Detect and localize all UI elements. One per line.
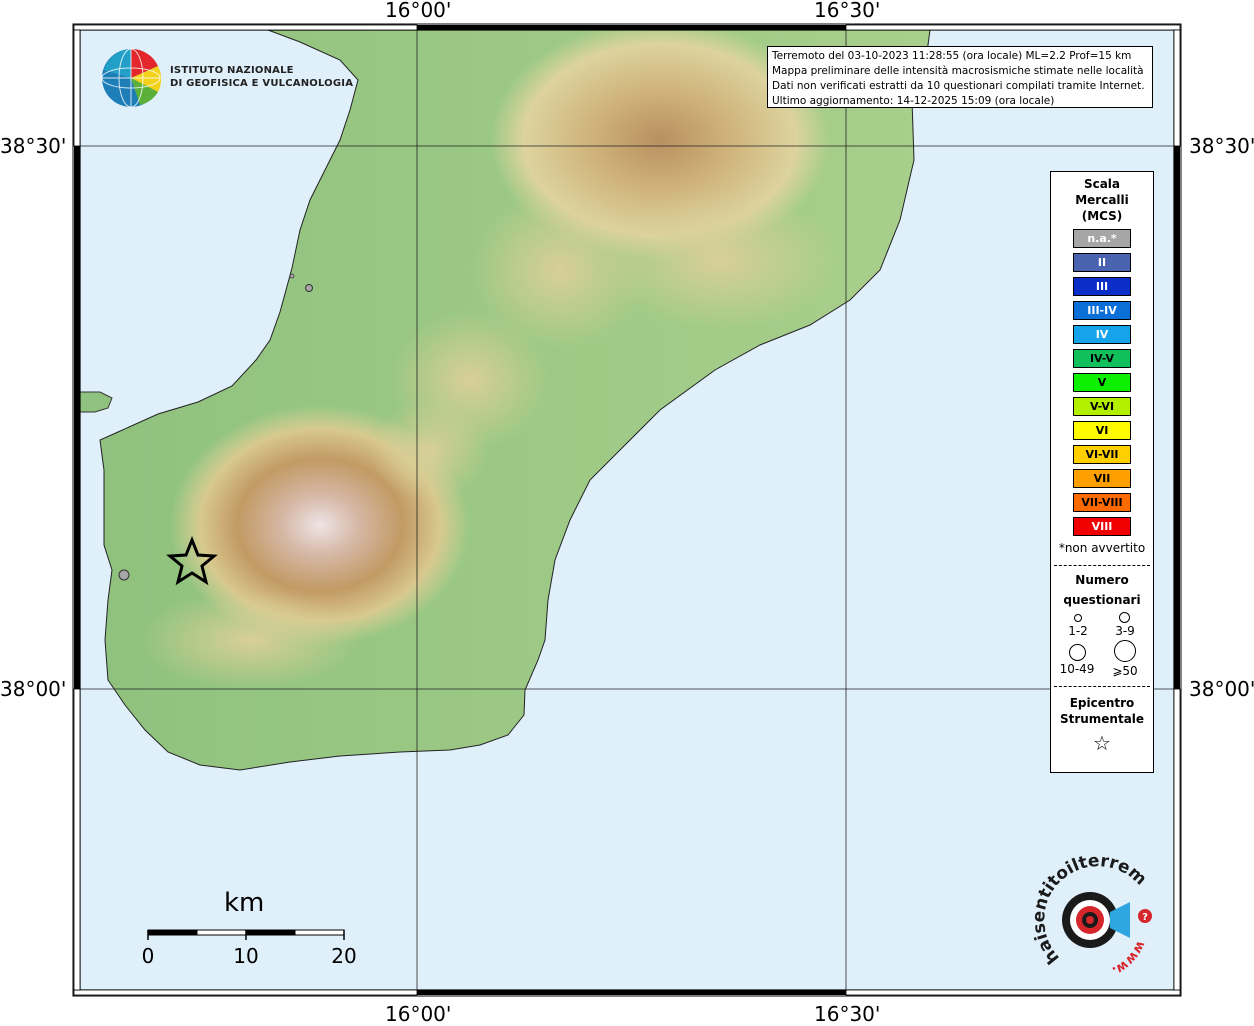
lon-label-bottom-1: 16°00' <box>385 1002 452 1026</box>
count-title-line-2: questionari <box>1063 593 1141 607</box>
mcs-scale-item: VIII <box>1073 517 1131 536</box>
count-label-10-49: 10-49 <box>1059 662 1095 676</box>
info-line-4: Ultimo aggiornamento: 14-12-2025 15:09 (… <box>772 95 1055 107</box>
earthquake-info-box: Terremoto del 03-10-2023 11:28:55 (ora l… <box>767 46 1153 108</box>
count-label-1-2: 1-2 <box>1068 624 1088 638</box>
mcs-scale-item: VI <box>1073 421 1131 440</box>
mcs-legend: Scala Mercalli (MCS) n.a.* II III III-IV IV I… <box>1050 171 1154 773</box>
ridge-relief-3 <box>370 400 490 500</box>
lat-label-left-2: 38°00' <box>0 677 67 701</box>
mcs-scale-item: n.a.* <box>1073 229 1131 248</box>
mcs-scale-item: III-IV <box>1073 301 1131 320</box>
lat-label-right-1: 38°30' <box>1189 134 1254 158</box>
epicenter-title-line-2: Strumentale <box>1059 712 1145 726</box>
lon-label-top-2: 16°30' <box>814 0 881 22</box>
ridge-relief-5 <box>140 590 360 690</box>
questionnaire-point[interactable] <box>289 273 295 279</box>
mcs-scale-item: VI-VII <box>1073 445 1131 464</box>
mcs-scale-item: VII <box>1073 469 1131 488</box>
info-line-2: Mappa preliminare delle intensità macros… <box>772 65 1144 77</box>
mcs-scale-item: III <box>1073 277 1131 296</box>
epicenter-title: Epicentro Strumentale <box>1051 695 1153 727</box>
questionnaire-point[interactable] <box>118 569 130 581</box>
legend-title-line-1: Scala <box>1083 177 1121 191</box>
questionnaire-point[interactable] <box>305 284 313 292</box>
count-title-line-1: Numero <box>1075 573 1129 587</box>
mcs-scale-item: IV-V <box>1073 349 1131 368</box>
mcs-scale-item: VII-VIII <box>1073 493 1131 512</box>
scalebar-tick-20: 20 <box>331 944 357 968</box>
circle-1-2-icon <box>1074 614 1082 622</box>
mcs-scale-item: V <box>1073 373 1131 392</box>
circle-10-49-icon <box>1069 644 1086 661</box>
legend-title: Scala Mercalli (MCS) <box>1051 176 1153 224</box>
count-label-50: ⩾50 <box>1112 664 1138 678</box>
legend-divider <box>1054 686 1150 687</box>
ingv-logo-text: ISTITUTO NAZIONALE DI GEOFISICA E VULCAN… <box>170 64 353 90</box>
mcs-scale-item: V-VI <box>1073 397 1131 416</box>
mcs-scale-item: II <box>1073 253 1131 272</box>
lat-label-right-2: 38°00' <box>1189 677 1254 701</box>
scalebar-tick-0: 0 <box>141 944 155 968</box>
legend-star-icon: ☆ <box>1093 731 1111 755</box>
ridge-relief-4 <box>600 190 840 330</box>
mcs-scale-item: IV <box>1073 325 1131 344</box>
lat-label-left-1: 38°30' <box>0 134 67 158</box>
logo-line-2: DI GEOFISICA E VULCANOLOGIA <box>170 78 354 89</box>
logo-line-1: ISTITUTO NAZIONALE <box>170 65 294 76</box>
count-label-3-9: 3-9 <box>1115 624 1135 638</box>
legend-divider <box>1054 565 1150 566</box>
circle-50-icon <box>1114 640 1136 662</box>
circle-3-9-icon <box>1119 612 1130 623</box>
svg-text:?: ? <box>1142 912 1148 923</box>
count-circles: 1-2 3-9 10-49 ⩾50 <box>1051 610 1153 680</box>
legend-title-line-2: Mercalli <box>1075 193 1129 207</box>
info-line-3: Dati non verificati estratti da 10 quest… <box>772 80 1145 92</box>
info-line-1: Terremoto del 03-10-2023 11:28:55 (ora l… <box>772 50 1132 62</box>
legend-note: *non avvertito <box>1058 541 1146 555</box>
ingv-logo-icon <box>101 48 162 108</box>
scalebar-tick-10: 10 <box>233 944 259 968</box>
scalebar-unit: km <box>224 888 265 918</box>
lon-label-top-1: 16°00' <box>385 0 452 22</box>
epicenter-title-line-1: Epicentro <box>1069 696 1135 710</box>
mcs-scale-list: n.a.* II III III-IV IV IV-V V V-VI VI VI-VII VII VI… <box>1051 229 1153 536</box>
lon-label-bottom-2: 16°30' <box>814 1002 881 1026</box>
count-title: Numero questionari <box>1051 570 1153 610</box>
legend-title-line-3: (MCS) <box>1081 209 1123 223</box>
